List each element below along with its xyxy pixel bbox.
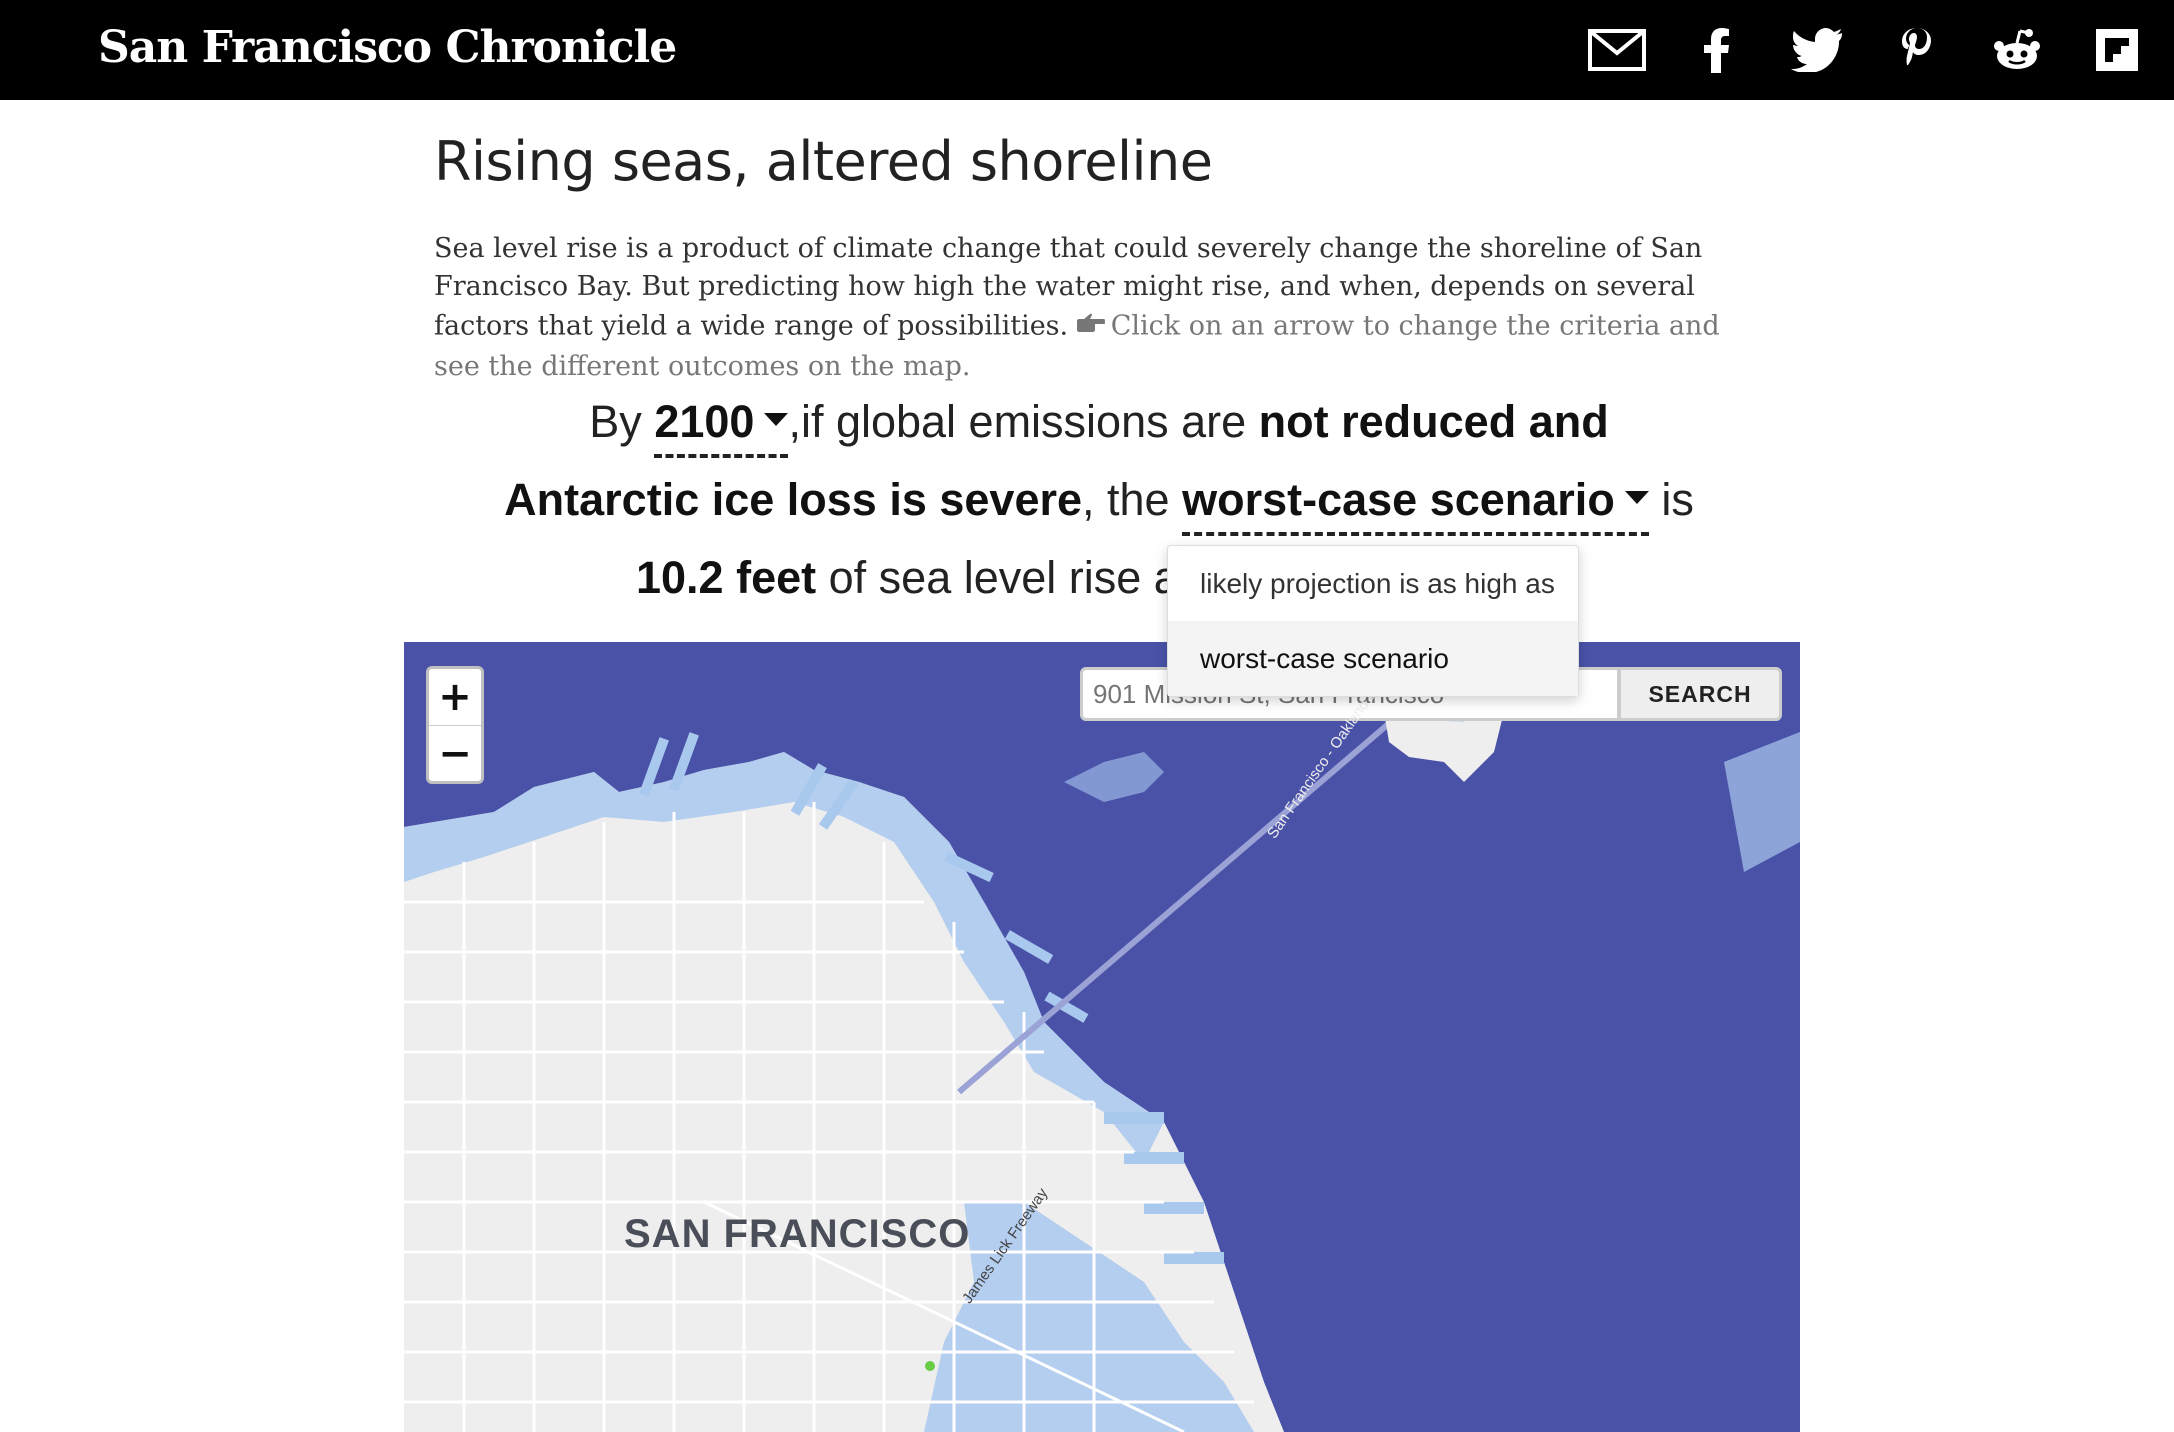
scenario-rest: of sea level rise alo [828,552,1214,603]
map-tiles [404,692,1800,1432]
scenario-if-text: ,if global emissions are [788,396,1247,447]
article-headline: Rising seas, altered shoreline [434,130,1213,193]
outcome-value: worst-case scenario [1182,474,1615,525]
pointing-hand-icon [1076,306,1105,344]
outcome-option-likely[interactable]: likely projection is as high as [1168,546,1578,621]
outcome-option-worst-case[interactable]: worst-case scenario [1168,621,1578,696]
city-label: SAN FRANCISCO [624,1212,971,1256]
scenario-the: , the [1082,474,1170,525]
emissions-criteria[interactable]: not reduced and [1259,396,1609,447]
site-header: San Francisco Chronicle [0,0,2174,100]
scenario-by: By [589,396,642,447]
chevron-down-icon [1624,490,1649,504]
year-dropdown[interactable]: 2100 [654,392,789,458]
scenario-line-1: By 2100 ,if global emissions are not redu… [434,392,1764,458]
facebook-icon[interactable] [1687,22,1747,78]
rise-amount: 10.2 feet [636,552,817,603]
search-button[interactable]: SEARCH [1618,667,1782,721]
reddit-icon[interactable] [1987,22,2047,78]
zoom-out-button[interactable]: − [429,725,481,782]
outcome-dropdown-menu: likely projection is as high as worst-ca… [1167,545,1579,697]
email-icon[interactable] [1587,22,1647,78]
site-logo[interactable]: San Francisco Chronicle [98,22,677,73]
scenario-line-2: Antarctic ice loss is severe, the worst-… [434,470,1764,536]
pinterest-icon[interactable] [1887,22,1947,78]
scenario-is: is [1661,474,1694,525]
flood-map[interactable]: + − SEARCH SAN FRANCISCO San Francisco -… [404,642,1800,1432]
chevron-down-icon [764,412,789,426]
zoom-control: + − [426,666,484,784]
zoom-in-button[interactable]: + [429,669,481,725]
article-intro: Sea level rise is a product of climate c… [434,230,1764,386]
outcome-dropdown[interactable]: worst-case scenario [1182,470,1649,536]
ice-loss-criteria[interactable]: Antarctic ice loss is severe [504,474,1082,525]
twitter-icon[interactable] [1787,22,1847,78]
flipboard-icon[interactable] [2087,22,2147,78]
year-value: 2100 [654,396,755,447]
